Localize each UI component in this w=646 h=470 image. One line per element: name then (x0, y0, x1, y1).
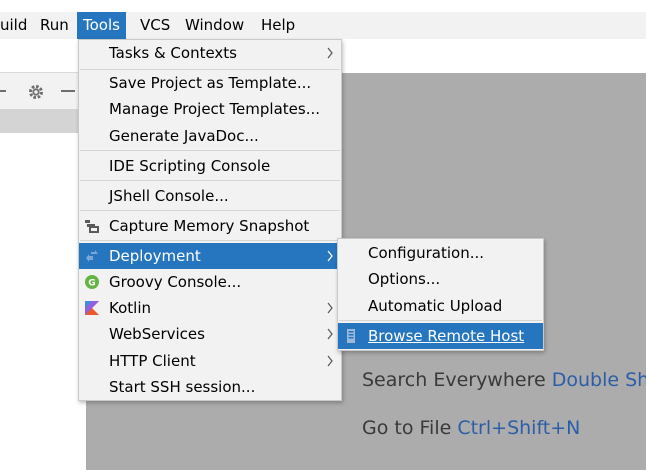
menu-item-tasks-contexts[interactable]: Tasks & Contexts (79, 40, 341, 66)
menu-item-kotlin[interactable]: Kotlin (79, 295, 341, 321)
collapse-icon[interactable] (0, 89, 6, 93)
submenu-arrow-icon (327, 250, 333, 262)
submenu-arrow-icon (327, 47, 333, 59)
menu-window[interactable]: Window (179, 12, 250, 39)
svg-text:G: G (88, 279, 95, 289)
deployment-submenu: Configuration... Options... Automatic Up… (337, 238, 544, 351)
memory-snapshot-icon (85, 220, 99, 233)
menu-bar: uild Run Tools VCS Window Help (0, 12, 646, 39)
menu-item-http-client[interactable]: HTTP Client (79, 348, 341, 374)
menu-item-options[interactable]: Options... (338, 266, 543, 292)
menu-item-configuration[interactable]: Configuration... (338, 240, 543, 266)
submenu-arrow-icon (327, 328, 333, 340)
submenu-arrow-icon (327, 355, 333, 367)
menu-item-save-project-template[interactable]: Save Project as Template... (79, 70, 341, 96)
minimize-icon[interactable] (61, 90, 75, 93)
menu-item-webservices[interactable]: WebServices (79, 321, 341, 347)
menu-item-start-ssh-session[interactable]: Start SSH session... (79, 374, 341, 400)
tool-window-toolbar (0, 72, 86, 110)
menu-build[interactable]: uild (0, 12, 33, 39)
goto-file-hint: Go to File Ctrl+Shift+N (362, 417, 581, 439)
menu-item-jshell-console[interactable]: JShell Console... (79, 183, 341, 209)
kotlin-icon (85, 301, 99, 315)
tools-menu: Tasks & Contexts Save Project as Templat… (78, 39, 342, 401)
menu-item-browse-remote-host[interactable]: Browse Remote Host (338, 323, 543, 349)
menu-run[interactable]: Run (34, 12, 75, 39)
menu-item-automatic-upload[interactable]: Automatic Upload (338, 293, 543, 319)
menu-item-generate-javadoc[interactable]: Generate JavaDoc... (79, 123, 341, 149)
remote-host-icon (347, 329, 355, 343)
menu-separator (339, 320, 542, 321)
deployment-icon (86, 250, 98, 262)
menu-tools[interactable]: Tools (77, 12, 126, 39)
gear-icon[interactable] (27, 83, 45, 101)
groovy-icon: G (85, 275, 99, 289)
menu-item-ide-scripting-console[interactable]: IDE Scripting Console (79, 153, 341, 179)
menu-separator (80, 180, 340, 181)
menu-item-groovy-console[interactable]: G Groovy Console... (79, 269, 341, 295)
search-everywhere-hint: Search Everywhere Double Sh (362, 369, 646, 391)
project-pane-header (0, 109, 86, 133)
menu-separator (80, 240, 340, 241)
menu-separator (80, 150, 340, 151)
submenu-arrow-icon (327, 302, 333, 314)
menu-item-capture-memory-snapshot[interactable]: Capture Memory Snapshot (79, 213, 341, 239)
menu-help[interactable]: Help (255, 12, 301, 39)
menu-item-deployment[interactable]: Deployment (79, 243, 341, 269)
menu-vcs[interactable]: VCS (134, 12, 176, 39)
menu-item-manage-project-templates[interactable]: Manage Project Templates... (79, 96, 341, 122)
menu-separator (80, 210, 340, 211)
